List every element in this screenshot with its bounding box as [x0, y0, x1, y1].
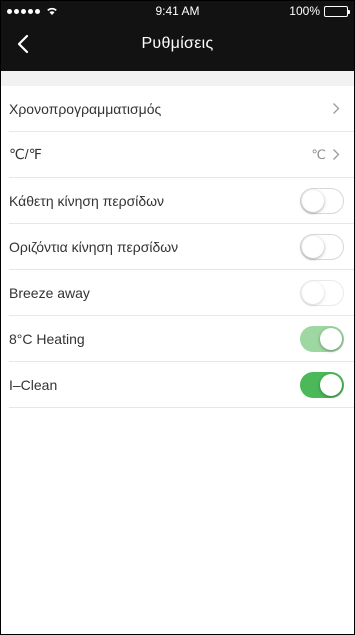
temperature-unit-label: ℃/℉: [9, 146, 42, 162]
heating-8c-toggle[interactable]: [300, 325, 344, 352]
heating-8c-row: 8°C Heating: [9, 316, 354, 362]
breeze-away-toggle[interactable]: [300, 279, 344, 306]
battery-percent: 100%: [289, 4, 320, 18]
temperature-unit-value: ℃: [311, 146, 326, 162]
section-spacer: [1, 71, 354, 86]
vertical-swing-toggle[interactable]: [300, 187, 344, 214]
i-clean-row: I–Clean: [9, 362, 354, 408]
horizontal-swing-row: Οριζόντια κίνηση περσίδων: [9, 224, 354, 270]
settings-screen: 9:41 AM 100% Ρυθμίσεις Χρονοπρογραμματισ…: [0, 0, 355, 635]
heating-8c-label: 8°C Heating: [9, 330, 85, 347]
battery-icon: [324, 5, 350, 17]
app-header: 9:41 AM 100% Ρυθμίσεις: [1, 1, 354, 71]
vertical-swing-label: Κάθετη κίνηση περσίδων: [9, 192, 165, 209]
battery-status: 100%: [289, 4, 350, 18]
i-clean-toggle[interactable]: [300, 371, 344, 398]
settings-list: Χρονοπρογραμματισμός ℃/℉ ℃ Κάθετη κίνηση…: [1, 71, 354, 634]
status-bar: 9:41 AM 100%: [1, 1, 354, 21]
schedule-row[interactable]: Χρονοπρογραμματισμός: [9, 86, 354, 132]
schedule-label: Χρονοπρογραμματισμός: [9, 100, 162, 117]
chevron-right-icon: [332, 102, 342, 116]
navigation-bar: Ρυθμίσεις: [1, 23, 354, 71]
i-clean-label: I–Clean: [9, 376, 58, 393]
vertical-swing-row: Κάθετη κίνηση περσίδων: [9, 178, 354, 224]
breeze-away-label: Breeze away: [9, 284, 90, 301]
page-title: Ρυθμίσεις: [141, 35, 214, 52]
chevron-right-icon: [332, 148, 342, 162]
horizontal-swing-label: Οριζόντια κίνηση περσίδων: [9, 238, 179, 255]
breeze-away-row: Breeze away: [9, 270, 354, 316]
temperature-unit-row[interactable]: ℃/℉ ℃: [9, 132, 354, 178]
horizontal-swing-toggle[interactable]: [300, 233, 344, 260]
